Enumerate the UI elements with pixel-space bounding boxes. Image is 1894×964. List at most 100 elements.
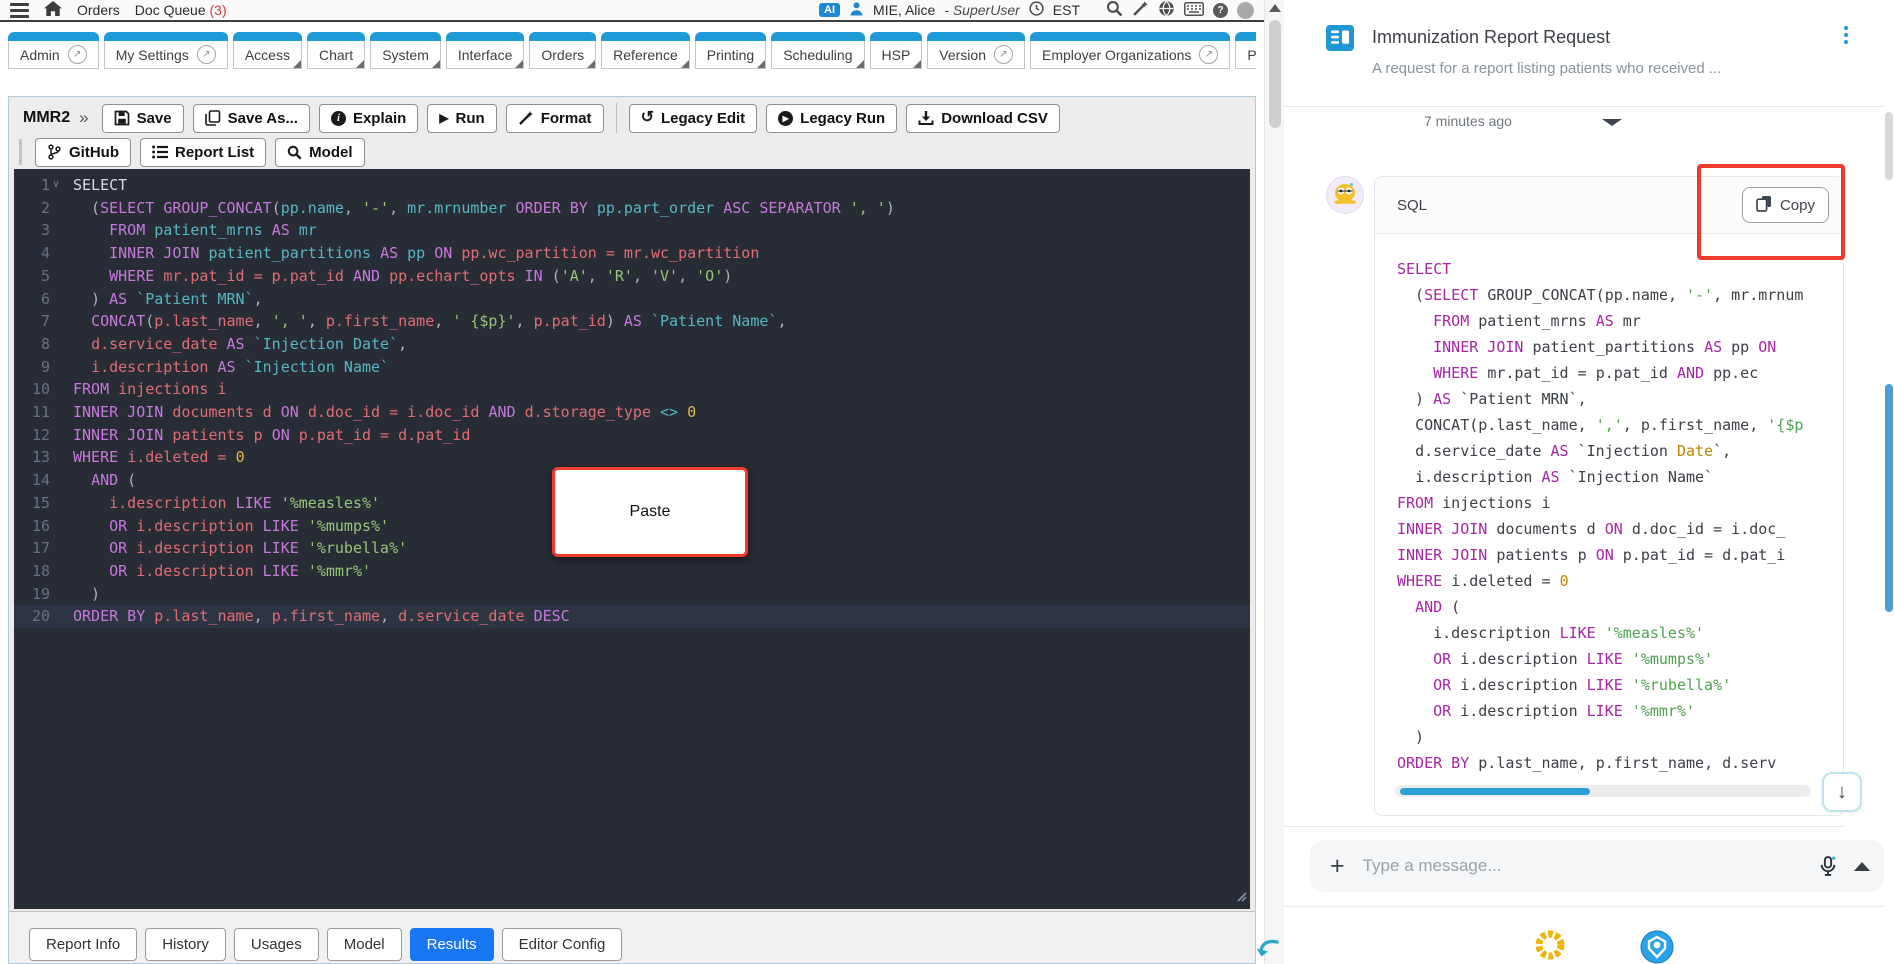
submenu-fold-icon <box>855 60 864 68</box>
search-icon[interactable] <box>1106 0 1123 20</box>
code-line: OR i.description LIKE '%rubella%' <box>1433 676 1732 694</box>
home-icon[interactable] <box>44 1 62 19</box>
tab-hsp[interactable]: HSP <box>869 32 923 74</box>
tab-reference[interactable]: Reference <box>601 32 690 74</box>
kebab-menu-icon[interactable] <box>1844 26 1848 44</box>
editor-line[interactable]: 4 INNER JOIN patient_partitions AS pp ON… <box>14 242 1250 265</box>
sun-app-icon[interactable] <box>1532 927 1568 964</box>
explain-button[interactable]: i Explain <box>318 103 419 133</box>
wand-icon[interactable] <box>1132 0 1149 20</box>
tab-employer-organizations[interactable]: Employer Organizations ↗ <box>1030 32 1231 74</box>
format-button[interactable]: Format <box>505 103 604 133</box>
download-csv-button[interactable]: Download CSV <box>906 103 1060 133</box>
sql-editor[interactable]: 1 ∨ SELECT 2 (SELECT GROUP_CONCAT(pp.name, … <box>14 169 1250 909</box>
external-link-icon[interactable]: ↗ <box>67 45 87 64</box>
tab-label: Provider <box>1247 46 1256 63</box>
editor-line[interactable]: 2 (SELECT GROUP_CONCAT(pp.name, '-', mr.… <box>14 197 1250 220</box>
tab-interface[interactable]: Interface <box>445 32 525 74</box>
window-scrollbar-thumb-top[interactable] <box>1885 112 1893 180</box>
button-label: Explain <box>352 109 407 127</box>
external-link-icon[interactable]: ↗ <box>196 45 216 64</box>
send-caret-icon[interactable] <box>1854 861 1870 871</box>
editor-line[interactable]: 8 d.service_date AS `Injection Date`, <box>14 333 1250 356</box>
frame-scrollbar[interactable] <box>1256 0 1284 964</box>
attach-plus-button[interactable]: + <box>1330 852 1345 881</box>
editor-line[interactable]: 1 ∨ SELECT <box>14 174 1250 197</box>
legacy-run-button[interactable]: ▶ Legacy Run <box>766 103 898 133</box>
external-link-icon[interactable]: ↗ <box>994 45 1013 64</box>
button-label: Legacy Run <box>800 109 886 127</box>
keyboard-icon[interactable] <box>1184 1 1204 19</box>
editor-line[interactable]: 7 CONCAT(p.last_name, ', ', p.first_name… <box>14 310 1250 333</box>
tab-report-info[interactable]: Report Info <box>29 928 138 961</box>
message-input[interactable]: + Type a message... <box>1310 840 1884 892</box>
github-button[interactable]: GitHub <box>35 137 131 167</box>
editor-line[interactable]: 9 i.description AS `Injection Name` <box>14 356 1250 379</box>
tab-label: Scheduling <box>783 46 853 63</box>
legacy-edit-button[interactable]: ↺ Legacy Edit <box>628 103 758 133</box>
return-arrow-icon[interactable] <box>1256 939 1280 964</box>
editor-line[interactable]: 20 ORDER BY p.last_name, p.first_name, d.… <box>14 605 1250 629</box>
tab-provider[interactable]: Provider <box>1235 32 1256 74</box>
hamburger-menu-icon[interactable] <box>10 2 29 18</box>
tab-my-settings[interactable]: My Settings ↗ <box>103 32 228 74</box>
microphone-icon[interactable] <box>1820 855 1836 877</box>
tab-scheduling[interactable]: Scheduling <box>771 32 865 74</box>
line-number: 7 <box>40 312 50 331</box>
tab-chart[interactable]: Chart <box>306 32 366 74</box>
fold-icon <box>53 537 63 560</box>
tab-access[interactable]: Access <box>232 32 302 74</box>
globe-icon[interactable] <box>1158 0 1175 20</box>
editor-line[interactable]: 18 OR i.description LIKE '%mmr%' <box>14 560 1250 583</box>
tab-orders[interactable]: Orders <box>529 32 597 74</box>
resize-handle-icon[interactable] <box>1235 888 1247 906</box>
save-button[interactable]: Save <box>101 103 184 133</box>
editor-line[interactable]: 19 ) <box>14 583 1250 606</box>
tab-usages[interactable]: Usages <box>233 928 319 961</box>
tab-cap <box>1030 32 1231 41</box>
editor-line[interactable]: 13 WHERE i.deleted = 0 <box>14 446 1250 469</box>
expander-chevrons[interactable]: » <box>79 108 88 128</box>
paste-context-menu[interactable]: Paste <box>552 467 748 557</box>
report-list-button[interactable]: Report List <box>140 137 267 167</box>
fold-icon: ∨ <box>53 179 60 190</box>
nav-link-orders[interactable]: Orders <box>77 2 120 18</box>
scrollbar-thumb[interactable] <box>1269 20 1281 128</box>
external-link-icon[interactable]: ↗ <box>1199 45 1219 64</box>
fold-icon <box>53 333 63 356</box>
code-hscrollbar-track[interactable] <box>1395 785 1811 797</box>
tab-results[interactable]: Results <box>409 928 494 961</box>
timezone-label[interactable]: EST <box>1053 2 1080 18</box>
window-scrollbar-thumb[interactable] <box>1885 384 1893 612</box>
model-button[interactable]: Model <box>275 137 365 167</box>
panel-layout-icon[interactable] <box>1326 25 1354 56</box>
tab-editor-config[interactable]: Editor Config <box>501 928 623 961</box>
ai-badge[interactable]: AI <box>819 3 841 17</box>
presence-circle <box>1237 1 1254 19</box>
user-name[interactable]: MIE, Alice <box>873 2 935 18</box>
editor-line[interactable]: 3 FROM patient_mrns AS mr <box>14 219 1250 242</box>
help-icon[interactable]: ? <box>1213 2 1228 18</box>
tab-model[interactable]: Model <box>326 928 402 961</box>
tab-system[interactable]: System <box>370 32 441 74</box>
editor-line[interactable]: 11 INNER JOIN documents d ON d.doc_id = i… <box>14 401 1250 424</box>
collapse-chevron-icon[interactable] <box>1602 119 1622 126</box>
save-as-button[interactable]: Save As... <box>192 103 310 133</box>
scroll-to-bottom-button[interactable]: ↓ <box>1822 772 1862 812</box>
editor-line[interactable]: 5 WHERE mr.pat_id = p.pat_id AND pp.echa… <box>14 265 1250 288</box>
paste-label[interactable]: Paste <box>630 503 671 521</box>
editor-line[interactable]: 10 FROM injections i <box>14 378 1250 401</box>
notification-app-icon[interactable] <box>1639 929 1675 964</box>
scrollbar-up-arrow-icon[interactable] <box>1269 4 1281 12</box>
tab-history[interactable]: History <box>145 928 226 961</box>
code-hscrollbar-thumb[interactable] <box>1400 787 1590 795</box>
nav-link-doc-queue[interactable]: Doc Queue (3) <box>135 2 227 18</box>
editor-line[interactable]: 12 INNER JOIN patients p ON p.pat_id = d.… <box>14 424 1250 447</box>
tab-printing[interactable]: Printing <box>694 32 767 74</box>
window-scrollbar[interactable] <box>1884 0 1894 964</box>
tab-admin[interactable]: Admin ↗ <box>8 32 99 74</box>
editor-line[interactable]: 6 ) AS `Patient MRN`, <box>14 288 1250 311</box>
save-as-icon <box>204 110 221 126</box>
run-button[interactable]: ▶ Run <box>427 103 497 133</box>
tab-version[interactable]: Version ↗ <box>927 32 1025 74</box>
